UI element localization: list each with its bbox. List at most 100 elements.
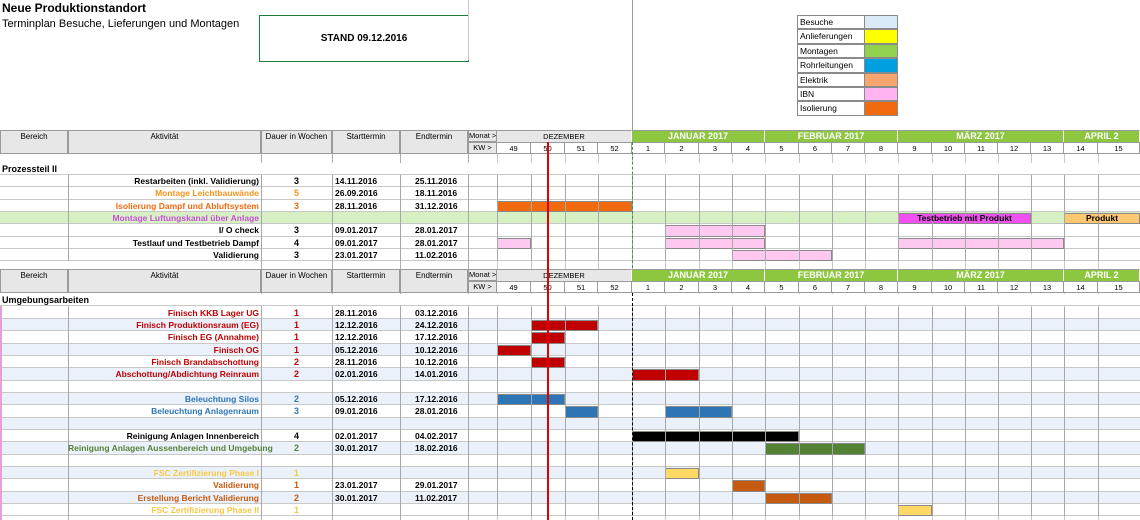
section2-dauer[interactable]: 1 [261,479,332,491]
section1-dauer[interactable]: 3 [261,249,332,261]
section2-start[interactable]: 02.01.2017 [335,430,378,442]
section2-activity[interactable]: FSC Zertifizierung Phase II [68,504,259,516]
section2-dauer[interactable]: 1 [261,467,332,479]
section1-activity[interactable]: I/ O check [68,224,259,236]
section2-activity[interactable]: Beleuchtung Silos [68,393,259,405]
section2-row[interactable] [0,417,1140,430]
section1-end[interactable]: 31.12.2016 [415,200,458,212]
month-boundary-dashed [632,142,633,268]
grid-col-line [832,306,833,517]
section2-end[interactable]: 17.12.2016 [415,331,458,343]
grid-col-line [732,306,733,517]
section2-end[interactable]: 04.02.2017 [415,430,458,442]
section2-activity[interactable]: Finisch EG (Annahme) [68,331,259,343]
section1-start[interactable]: 14.11.2016 [335,175,377,187]
section1-dauer[interactable]: 5 [261,187,332,199]
grid-col-line [1031,175,1032,262]
section2-start[interactable]: 05.12.2016 [335,393,378,405]
section2-dauer[interactable]: 2 [261,393,332,405]
section2-end[interactable]: 03.12.2016 [415,307,458,319]
section2-start[interactable]: 30.01.2017 [335,442,378,454]
section2-dauer[interactable]: 1 [261,307,332,319]
section2-activity[interactable]: Finisch OG [68,344,259,356]
section2-start[interactable]: 02.01.2016 [335,368,378,380]
section2-end[interactable]: 14.01.2016 [415,368,458,380]
section2-end[interactable]: 17.12.2016 [415,393,458,405]
section2-dauer[interactable]: 2 [261,368,332,380]
section1-header-week-number: 5 [765,142,799,154]
section2-start[interactable]: 30.01.2017 [335,492,378,504]
section1-end[interactable]: 28.01.2017 [415,237,458,249]
section2-start[interactable]: 28.11.2016 [335,356,377,368]
section2-end[interactable]: 29.01.2017 [415,479,458,491]
section2-dauer[interactable]: 2 [261,492,332,504]
section2-end[interactable]: 28.01.2016 [415,405,458,417]
section1-start[interactable]: 28.11.2016 [335,200,377,212]
section2-end[interactable]: 11.02.2017 [415,492,457,504]
section1-header-week-number: 7 [832,142,865,154]
section1-header-col-dauer: Dauer in Wochen [261,130,332,154]
grid-col-line [799,175,800,262]
section1-start[interactable]: 09.01.2017 [335,237,378,249]
section2-end[interactable]: 18.02.2016 [415,442,458,454]
section2-end[interactable]: 10.12.2016 [415,356,458,368]
grid-col-line [799,306,800,517]
section1-end[interactable]: 28.01.2017 [415,224,458,236]
section2-start[interactable]: 28.11.2016 [335,307,377,319]
grid-col-line [665,306,666,517]
section2-activity[interactable]: Reinigung Anlagen Aussenbereich und Umge… [68,442,273,454]
section2-dauer[interactable]: 1 [261,504,332,516]
section2-end[interactable]: 24.12.2016 [415,319,458,331]
section1-activity[interactable]: Validierung [68,249,259,261]
section2-activity[interactable]: Finisch Brandabschottung [68,356,259,368]
gantt-bar [665,468,699,480]
section1-dauer[interactable]: 3 [261,224,332,236]
section2-dauer[interactable]: 1 [261,319,332,331]
section2-activity[interactable]: Abschottung/Abdichtung Reinraum [68,368,259,380]
section2-activity[interactable]: Beleuchtung Anlagenraum [68,405,259,417]
section1-start[interactable]: 23.01.2017 [335,249,378,261]
section2-dauer[interactable]: 1 [261,344,332,356]
section2-dauer[interactable]: 4 [261,430,332,442]
section2-dauer[interactable]: 2 [261,442,332,454]
section2-activity[interactable]: Reinigung Anlagen Innenbereich [68,430,259,442]
gantt-bar [732,480,765,492]
section2-dauer[interactable]: 2 [261,356,332,368]
section2-dauer[interactable]: 3 [261,405,332,417]
section2-activity[interactable]: FSC Zertifizierung Phase I [68,467,259,479]
section1-dauer[interactable]: 4 [261,237,332,249]
section2-activity[interactable]: Finisch Produktionsraum (EG) [68,319,259,331]
section2-activity[interactable]: Finisch KKB Lager UG [68,307,259,319]
section1-dauer[interactable]: 3 [261,200,332,212]
section2-dauer[interactable]: 1 [261,331,332,343]
spreadsheet[interactable]: Neue Produktionstandort Terminplan Besuc… [0,0,1140,520]
section2-activity[interactable]: Erstellung Bericht Validierung [68,492,259,504]
grid-col-line [898,306,899,517]
section1-end[interactable]: 25.11.2016 [415,175,457,187]
section1-activity[interactable]: Testlauf und Testbetrieb Dampf [68,237,259,249]
section2-header-week-number: 7 [832,281,865,293]
section2-start[interactable]: 09.01.2016 [335,405,378,417]
section1-dauer[interactable]: 3 [261,175,332,187]
section1-end[interactable]: 11.02.2016 [415,249,457,261]
section1-title-row [0,163,1140,175]
section1-start[interactable]: 26.09.2016 [335,187,378,199]
section2-start[interactable]: 12.12.2016 [335,331,378,343]
section2-start[interactable]: 23.01.2017 [335,479,378,491]
section1-activity[interactable]: Montage Luftungskanal über Anlage [68,212,259,224]
section1-activity[interactable]: Restarbeiten (inkl. Validierung) [68,175,259,187]
section1-activity[interactable]: Isolierung Dampf und Abluftsystem [68,200,259,212]
section1-activity[interactable]: Montage Leichtbauwände [68,187,259,199]
section2-start[interactable]: 05.12.2016 [335,344,378,356]
section1-end[interactable]: 18.11.2016 [415,187,457,199]
section2-activity[interactable]: Validierung [68,479,259,491]
section1-start[interactable]: 09.01.2017 [335,224,378,236]
section2-end[interactable]: 10.12.2016 [415,344,458,356]
section2-row[interactable] [0,454,1140,468]
section2-row[interactable] [0,380,1140,393]
stand-box[interactable]: STAND 09.12.2016 [259,15,469,62]
grid-col-line [699,175,700,262]
grid-col-line [1098,306,1099,517]
section2-start[interactable]: 12.12.2016 [335,319,378,331]
section2-header-week-number: 3 [699,281,732,293]
